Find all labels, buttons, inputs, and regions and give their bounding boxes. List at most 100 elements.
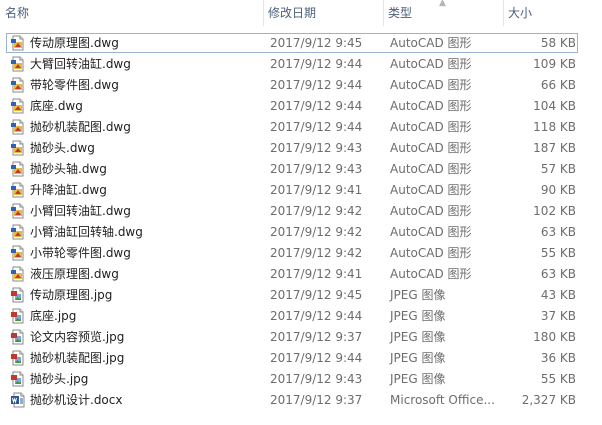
file-row[interactable]: 传动原理图.jpg 2017/9/12 9:45 JPEG 图像 43 KB <box>0 285 602 306</box>
autocad-file-icon <box>10 182 26 198</box>
file-row[interactable]: 液压原理图.dwg 2017/9/12 9:41 AutoCAD 图形 63 KB <box>0 264 602 285</box>
file-date: 2017/9/12 9:44 <box>270 351 363 365</box>
file-size: 63 KB <box>540 225 576 239</box>
file-type: JPEG 图像 <box>390 288 446 302</box>
file-size: 37 KB <box>540 309 576 323</box>
file-size: 180 KB <box>533 330 576 344</box>
file-date: 2017/9/12 9:45 <box>270 288 363 302</box>
file-row[interactable]: 论文内容预览.jpg 2017/9/12 9:37 JPEG 图像 180 KB <box>0 327 602 348</box>
file-date: 2017/9/12 9:43 <box>270 141 363 155</box>
file-type: AutoCAD 图形 <box>390 57 472 71</box>
file-name[interactable]: 小带轮零件图.dwg <box>30 243 131 264</box>
jpeg-file-icon <box>10 350 26 366</box>
file-name[interactable]: 抛砂头.jpg <box>30 369 88 390</box>
file-name[interactable]: 底座.dwg <box>30 96 83 117</box>
file-type: AutoCAD 图形 <box>390 267 472 281</box>
jpeg-file-icon <box>10 287 26 303</box>
column-header-date[interactable]: 修改日期 <box>263 0 383 26</box>
file-size: 43 KB <box>540 288 576 302</box>
file-type: AutoCAD 图形 <box>390 225 472 239</box>
file-date: 2017/9/12 9:42 <box>270 225 363 239</box>
file-size: 58 KB <box>540 36 576 50</box>
autocad-file-icon <box>10 119 26 135</box>
file-name[interactable]: 液压原理图.dwg <box>30 264 119 285</box>
file-name[interactable]: 论文内容预览.jpg <box>30 327 124 348</box>
file-type: AutoCAD 图形 <box>390 99 472 113</box>
file-name[interactable]: 小臂油缸回转轴.dwg <box>30 222 143 243</box>
column-header-size[interactable]: 大小 <box>503 0 602 26</box>
file-row[interactable]: 底座.dwg 2017/9/12 9:44 AutoCAD 图形 104 KB <box>0 96 602 117</box>
file-row[interactable]: 抛砂头.jpg 2017/9/12 9:43 JPEG 图像 55 KB <box>0 369 602 390</box>
file-size: 109 KB <box>533 57 576 71</box>
file-date: 2017/9/12 9:45 <box>270 36 363 50</box>
file-name[interactable]: 大臂回转油缸.dwg <box>30 54 131 75</box>
file-size: 104 KB <box>533 99 576 113</box>
file-name[interactable]: 传动原理图.dwg <box>30 33 119 54</box>
file-name[interactable]: 底座.jpg <box>30 306 76 327</box>
word-document-icon <box>10 392 26 408</box>
file-type: AutoCAD 图形 <box>390 162 472 176</box>
column-header: 名称 修改日期 类型 ▲ 大小 <box>0 0 602 26</box>
file-date: 2017/9/12 9:42 <box>270 204 363 218</box>
autocad-file-icon <box>10 140 26 156</box>
file-name[interactable]: 抛砂头.dwg <box>30 138 95 159</box>
file-size: 55 KB <box>540 372 576 386</box>
file-type: AutoCAD 图形 <box>390 36 472 50</box>
file-size: 55 KB <box>540 246 576 260</box>
column-header-name[interactable]: 名称 <box>0 0 263 26</box>
jpeg-file-icon <box>10 308 26 324</box>
sort-up-arrow-icon: ▲ <box>439 0 446 8</box>
file-date: 2017/9/12 9:37 <box>270 330 363 344</box>
autocad-file-icon <box>10 98 26 114</box>
file-name[interactable]: 抛砂头轴.dwg <box>30 159 107 180</box>
file-name[interactable]: 传动原理图.jpg <box>30 285 112 306</box>
file-row[interactable]: 带轮零件图.dwg 2017/9/12 9:44 AutoCAD 图形 66 KB <box>0 75 602 96</box>
file-date: 2017/9/12 9:44 <box>270 57 363 71</box>
file-size: 63 KB <box>540 267 576 281</box>
file-date: 2017/9/12 9:44 <box>270 99 363 113</box>
file-row[interactable]: 底座.jpg 2017/9/12 9:44 JPEG 图像 37 KB <box>0 306 602 327</box>
file-size: 102 KB <box>533 204 576 218</box>
autocad-file-icon <box>10 77 26 93</box>
file-type: Microsoft Office... <box>390 393 495 407</box>
file-date: 2017/9/12 9:44 <box>270 309 363 323</box>
file-type: AutoCAD 图形 <box>390 204 472 218</box>
file-size: 90 KB <box>540 183 576 197</box>
file-name[interactable]: 小臂回转油缸.dwg <box>30 201 131 222</box>
autocad-file-icon <box>10 203 26 219</box>
file-size: 36 KB <box>540 351 576 365</box>
file-row[interactable]: 小带轮零件图.dwg 2017/9/12 9:42 AutoCAD 图形 55 KB <box>0 243 602 264</box>
file-row[interactable]: 小臂油缸回转轴.dwg 2017/9/12 9:42 AutoCAD 图形 63 KB <box>0 222 602 243</box>
file-type: JPEG 图像 <box>390 351 446 365</box>
file-type: JPEG 图像 <box>390 372 446 386</box>
file-row[interactable]: 抛砂机设计.docx 2017/9/12 9:37 Microsoft Office… <box>0 390 602 411</box>
file-row[interactable]: 大臂回转油缸.dwg 2017/9/12 9:44 AutoCAD 图形 109 KB <box>0 54 602 75</box>
file-name[interactable]: 抛砂机装配图.dwg <box>30 117 131 138</box>
file-size: 66 KB <box>540 78 576 92</box>
file-date: 2017/9/12 9:37 <box>270 393 363 407</box>
file-row[interactable]: 抛砂机装配图.jpg 2017/9/12 9:44 JPEG 图像 36 KB <box>0 348 602 369</box>
file-type: AutoCAD 图形 <box>390 78 472 92</box>
autocad-file-icon <box>10 224 26 240</box>
file-type: AutoCAD 图形 <box>390 183 472 197</box>
file-row[interactable]: 小臂回转油缸.dwg 2017/9/12 9:42 AutoCAD 图形 102 KB <box>0 201 602 222</box>
file-name[interactable]: 升降油缸.dwg <box>30 180 107 201</box>
file-row[interactable]: 传动原理图.dwg 2017/9/12 9:45 AutoCAD 图形 58 KB <box>0 33 602 54</box>
autocad-file-icon <box>10 161 26 177</box>
jpeg-file-icon <box>10 371 26 387</box>
file-row[interactable]: 抛砂头轴.dwg 2017/9/12 9:43 AutoCAD 图形 57 KB <box>0 159 602 180</box>
file-name[interactable]: 抛砂机装配图.jpg <box>30 348 124 369</box>
file-size: 57 KB <box>540 162 576 176</box>
file-date: 2017/9/12 9:42 <box>270 246 363 260</box>
file-type: JPEG 图像 <box>390 330 446 344</box>
file-name[interactable]: 带轮零件图.dwg <box>30 75 119 96</box>
file-name[interactable]: 抛砂机设计.docx <box>30 390 122 411</box>
file-type: AutoCAD 图形 <box>390 120 472 134</box>
autocad-file-icon <box>10 245 26 261</box>
file-date: 2017/9/12 9:43 <box>270 162 363 176</box>
file-row[interactable]: 抛砂头.dwg 2017/9/12 9:43 AutoCAD 图形 187 KB <box>0 138 602 159</box>
file-size: 187 KB <box>533 141 576 155</box>
file-row[interactable]: 升降油缸.dwg 2017/9/12 9:41 AutoCAD 图形 90 KB <box>0 180 602 201</box>
jpeg-file-icon <box>10 329 26 345</box>
file-row[interactable]: 抛砂机装配图.dwg 2017/9/12 9:44 AutoCAD 图形 118 KB <box>0 117 602 138</box>
